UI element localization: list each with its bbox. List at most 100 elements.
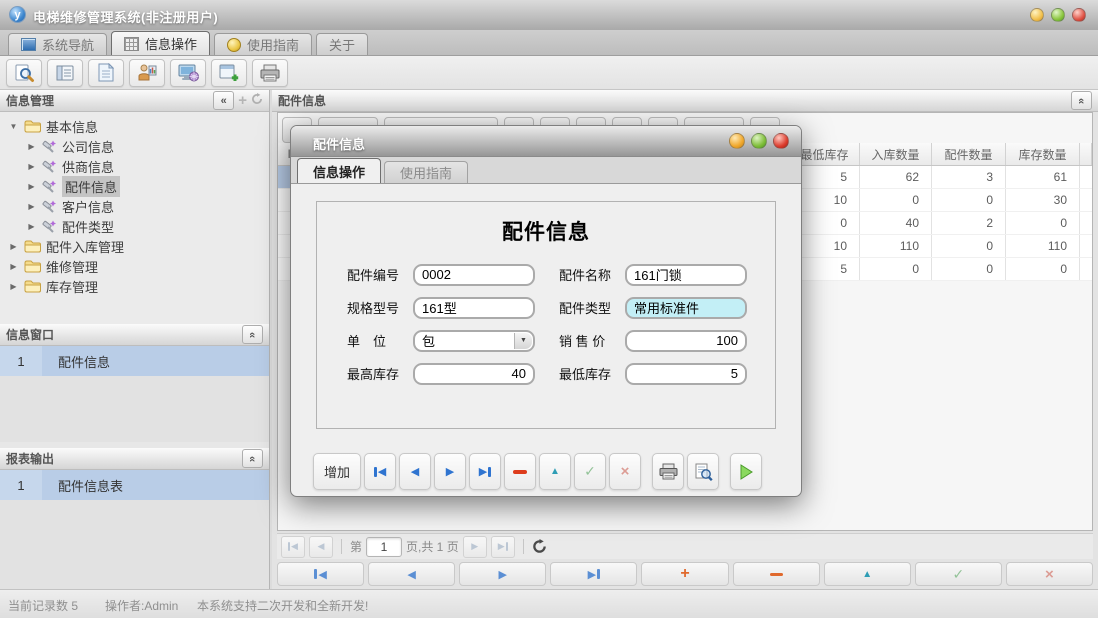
part-no-field[interactable] bbox=[413, 264, 535, 286]
tab-system-nav[interactable]: 系统导航 bbox=[8, 33, 107, 55]
grid-last-button[interactable]: ▶ bbox=[550, 562, 637, 586]
collapse-up-icon[interactable]: « bbox=[242, 449, 263, 468]
pager-last-button[interactable]: ▶ bbox=[491, 536, 515, 558]
collapse-up-icon[interactable]: « bbox=[1071, 91, 1092, 110]
tree-item-basic-info[interactable]: ▼ 基本信息 bbox=[0, 116, 269, 136]
spec-model-field[interactable] bbox=[413, 297, 535, 319]
col-header-stock-qty[interactable]: 库存数量 bbox=[1006, 143, 1080, 165]
window-close-button[interactable] bbox=[1072, 8, 1086, 22]
nav-first-button[interactable]: ◀ bbox=[364, 453, 396, 490]
grid-first-button[interactable]: ◀ bbox=[277, 562, 364, 586]
dropdown-arrow-icon[interactable]: ▼ bbox=[514, 333, 532, 349]
cell-inbound-qty[interactable]: 110 bbox=[860, 235, 932, 257]
search-view-button[interactable] bbox=[6, 59, 42, 87]
col-header-part-qty[interactable]: 配件数量 bbox=[932, 143, 1006, 165]
tree-item-parts-inbound[interactable]: ▶ 配件入库管理 bbox=[0, 236, 269, 256]
chevron-right-icon[interactable]: ▶ bbox=[26, 202, 37, 211]
grid-confirm-button[interactable]: ✓ bbox=[915, 562, 1002, 586]
sale-price-field[interactable] bbox=[625, 330, 747, 352]
grid-remove-button[interactable] bbox=[733, 562, 820, 586]
chevron-right-icon[interactable]: ▶ bbox=[8, 262, 19, 271]
grid-prev-button[interactable]: ◀ bbox=[368, 562, 455, 586]
grid-next-button[interactable]: ▶ bbox=[459, 562, 546, 586]
cell-part-qty[interactable]: 3 bbox=[932, 166, 1006, 188]
print-button[interactable] bbox=[252, 59, 288, 87]
operator-report-button[interactable] bbox=[129, 59, 165, 87]
tree-item-parts-info[interactable]: ▶ 配件信息 bbox=[0, 176, 269, 196]
chevron-right-icon[interactable]: ▶ bbox=[26, 222, 37, 231]
cell-stock-qty[interactable]: 30 bbox=[1006, 189, 1080, 211]
cell-inbound-qty[interactable]: 62 bbox=[860, 166, 932, 188]
add-icon[interactable]: + bbox=[238, 92, 247, 109]
dialog-close-button[interactable] bbox=[773, 133, 789, 149]
part-name-field[interactable] bbox=[625, 264, 747, 286]
collapse-left-button[interactable]: « bbox=[213, 91, 234, 110]
data-list-button[interactable] bbox=[47, 59, 83, 87]
grid-edit-button[interactable]: ▲ bbox=[824, 562, 911, 586]
chevron-down-icon[interactable]: ▼ bbox=[8, 122, 19, 131]
dialog-tab-info-ops[interactable]: 信息操作 bbox=[297, 158, 381, 183]
grid-add-button[interactable]: + bbox=[641, 562, 728, 586]
chevron-right-icon[interactable]: ▶ bbox=[26, 182, 37, 191]
list-item[interactable]: 1 配件信息 bbox=[0, 346, 269, 376]
document-button[interactable] bbox=[88, 59, 124, 87]
unit-select[interactable]: 包 ▼ bbox=[413, 330, 535, 352]
chevron-right-icon[interactable]: ▶ bbox=[26, 142, 37, 151]
new-window-button[interactable] bbox=[211, 59, 247, 87]
tree-item-customer-info[interactable]: ▶ 客户信息 bbox=[0, 196, 269, 216]
tree-item-parts-type[interactable]: ▶ 配件类型 bbox=[0, 216, 269, 236]
pager-next-button[interactable]: ▶ bbox=[463, 536, 487, 558]
chevron-right-icon[interactable]: ▶ bbox=[26, 162, 37, 171]
run-report-button[interactable] bbox=[730, 453, 762, 490]
chevron-right-icon[interactable]: ▶ bbox=[8, 282, 19, 291]
tree-item-company-info[interactable]: ▶ 公司信息 bbox=[0, 136, 269, 156]
nav-prev-button[interactable]: ◀ bbox=[399, 453, 431, 490]
tab-info-ops[interactable]: 信息操作 bbox=[111, 31, 210, 55]
grid-cancel-button[interactable]: × bbox=[1006, 562, 1093, 586]
pager-refresh-button[interactable] bbox=[532, 539, 547, 554]
window-maximize-button[interactable] bbox=[1051, 8, 1065, 22]
cell-stock-qty[interactable]: 110 bbox=[1006, 235, 1080, 257]
cell-part-qty[interactable]: 0 bbox=[932, 235, 1006, 257]
pager-first-button[interactable]: ◀ bbox=[281, 536, 305, 558]
cell-inbound-qty[interactable]: 0 bbox=[860, 258, 932, 280]
page-number-input[interactable] bbox=[366, 537, 402, 557]
cell-stock-qty[interactable]: 0 bbox=[1006, 212, 1080, 234]
cell-inbound-qty[interactable]: 0 bbox=[860, 189, 932, 211]
dialog-tab-user-guide[interactable]: 使用指南 bbox=[384, 161, 468, 183]
tree-item-supplier-info[interactable]: ▶ 供商信息 bbox=[0, 156, 269, 176]
max-stock-field[interactable] bbox=[413, 363, 535, 385]
window-minimize-button[interactable] bbox=[1030, 8, 1044, 22]
confirm-button[interactable]: ✓ bbox=[574, 453, 606, 490]
tab-user-guide[interactable]: 使用指南 bbox=[214, 33, 312, 55]
list-item[interactable]: 1 配件信息表 bbox=[0, 470, 269, 500]
print-preview-button[interactable] bbox=[687, 453, 719, 490]
dialog-minimize-button[interactable] bbox=[729, 133, 745, 149]
collapse-up-icon[interactable]: « bbox=[242, 325, 263, 344]
cell-inbound-qty[interactable]: 40 bbox=[860, 212, 932, 234]
chevron-right-icon[interactable]: ▶ bbox=[8, 242, 19, 251]
add-record-button[interactable]: 增加 bbox=[313, 453, 361, 490]
nav-last-button[interactable]: ▶ bbox=[469, 453, 501, 490]
cell-part-qty[interactable]: 0 bbox=[932, 189, 1006, 211]
tab-about[interactable]: 关于 bbox=[316, 33, 368, 55]
cell-part-qty[interactable]: 0 bbox=[932, 258, 1006, 280]
col-header-inbound-qty[interactable]: 入库数量 bbox=[860, 143, 932, 165]
tree-item-inventory[interactable]: ▶ 库存管理 bbox=[0, 276, 269, 296]
cell-part-qty[interactable]: 2 bbox=[932, 212, 1006, 234]
edit-record-button[interactable]: ▲ bbox=[539, 453, 571, 490]
dialog-maximize-button[interactable] bbox=[751, 133, 767, 149]
cancel-button[interactable]: × bbox=[609, 453, 641, 490]
tree-item-maintenance[interactable]: ▶ 维修管理 bbox=[0, 256, 269, 276]
pager-prev-button[interactable]: ◀ bbox=[309, 536, 333, 558]
part-type-field[interactable] bbox=[625, 297, 747, 319]
remote-monitor-button[interactable] bbox=[170, 59, 206, 87]
dialog-titlebar[interactable]: 配件信息 bbox=[291, 126, 801, 157]
cell-stock-qty[interactable]: 0 bbox=[1006, 258, 1080, 280]
dialog-print-button[interactable] bbox=[652, 453, 684, 490]
min-stock-field[interactable] bbox=[625, 363, 747, 385]
nav-next-button[interactable]: ▶ bbox=[434, 453, 466, 490]
delete-record-button[interactable] bbox=[504, 453, 536, 490]
cell-stock-qty[interactable]: 61 bbox=[1006, 166, 1080, 188]
refresh-icon[interactable] bbox=[251, 93, 263, 108]
